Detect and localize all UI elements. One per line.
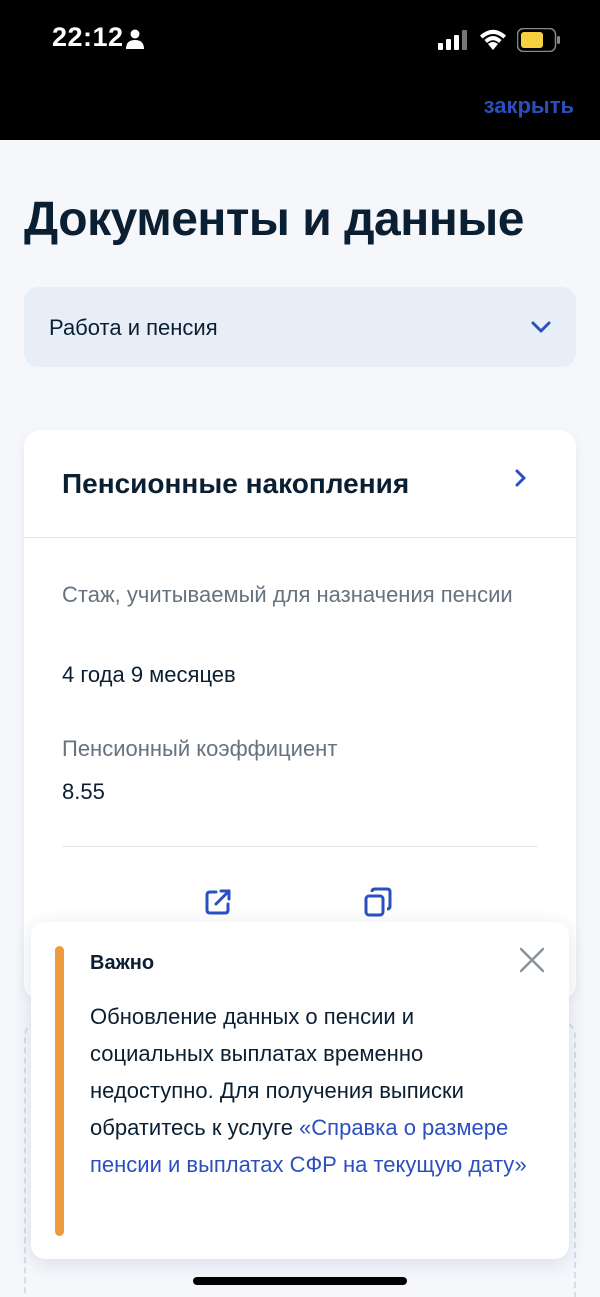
- person-icon: [126, 29, 144, 49]
- notice-title: Важно: [90, 952, 155, 974]
- experience-label: Стаж, учитываемый для назначения пенсии: [62, 582, 513, 607]
- notice-text: Обновление данных о пенсии и социальных …: [90, 998, 530, 1183]
- status-time: 22:12: [52, 22, 124, 52]
- coefficient-label: Пенсионный коэффициент: [62, 736, 338, 761]
- close-icon[interactable]: [518, 946, 546, 974]
- open-external-icon[interactable]: [202, 886, 234, 918]
- important-notice: Важно Обновление данных о пенсии и социа…: [31, 922, 569, 1259]
- pension-card-header[interactable]: Пенсионные накопления: [24, 430, 576, 538]
- close-link[interactable]: закрыть: [484, 93, 574, 119]
- card-divider: [62, 846, 538, 847]
- status-bar: 22:12 закрыть: [0, 0, 600, 140]
- home-indicator[interactable]: [193, 1277, 407, 1285]
- category-select[interactable]: Работа и пенсия: [24, 287, 576, 367]
- notice-accent-bar: [55, 946, 64, 1236]
- page-title: Документы и данные: [24, 193, 524, 246]
- experience-value: 4 года 9 месяцев: [62, 662, 236, 687]
- chevron-right-icon: [515, 469, 526, 487]
- battery-icon: [517, 28, 560, 52]
- signal-icon: [438, 30, 467, 50]
- chevron-down-icon: [531, 321, 551, 333]
- pension-card: Пенсионные накопления Стаж, учитываемый …: [24, 430, 576, 1000]
- category-select-value: Работа и пенсия: [49, 315, 218, 340]
- copy-icon[interactable]: [362, 886, 394, 918]
- pension-card-title: Пенсионные накопления: [62, 468, 410, 499]
- wifi-icon: [480, 29, 506, 50]
- coefficient-value: 8.55: [62, 779, 105, 804]
